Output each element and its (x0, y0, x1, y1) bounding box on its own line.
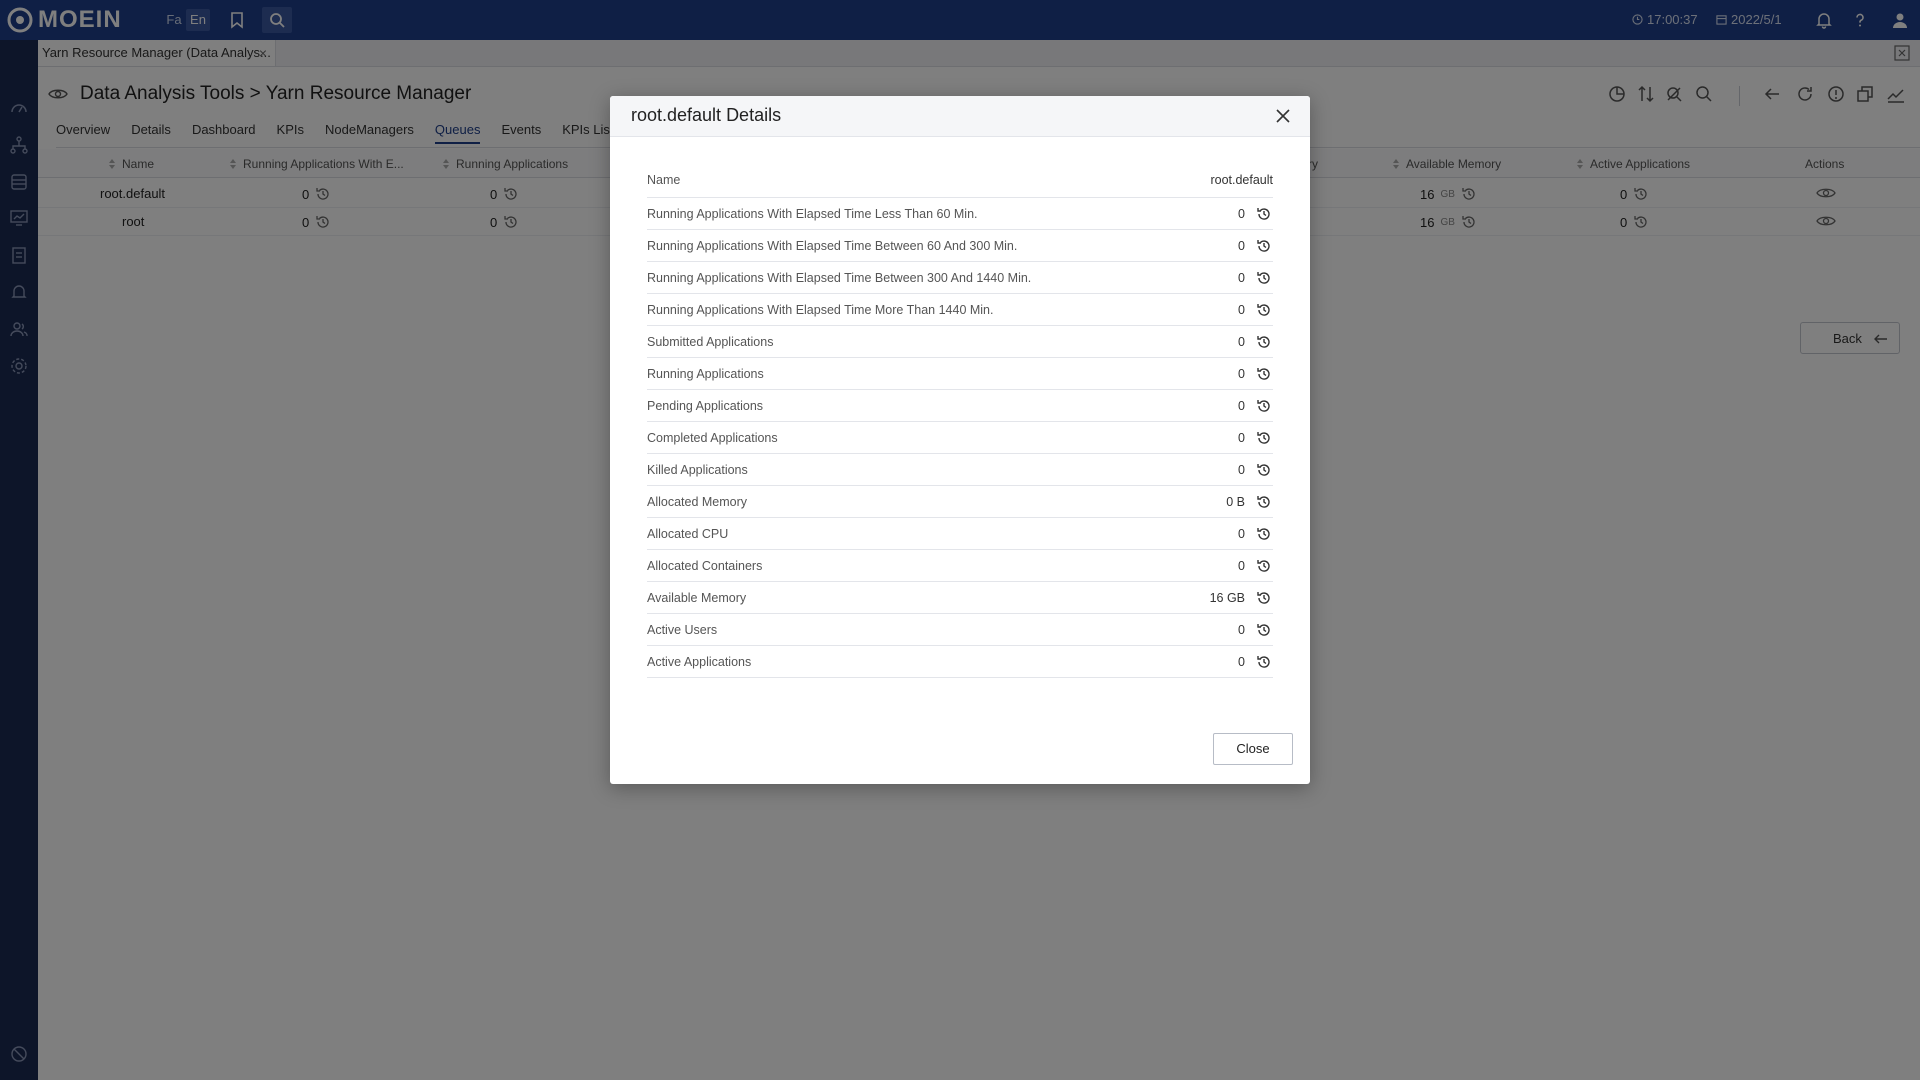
detail-row: Allocated Memory 0 B (647, 486, 1273, 518)
detail-value: 0 (1238, 303, 1245, 317)
modal-title: root.default Details (631, 105, 782, 125)
detail-row: Submitted Applications 0 (647, 326, 1273, 358)
details-table: Name root.default Running Applications W… (647, 162, 1273, 678)
history-icon[interactable] (1256, 398, 1272, 414)
history-icon[interactable] (1256, 558, 1272, 574)
history-icon[interactable] (1256, 622, 1272, 638)
detail-value: 0 (1238, 207, 1245, 221)
detail-row: Allocated Containers 0 (647, 550, 1273, 582)
detail-label: Allocated Containers (647, 559, 763, 573)
modal-close-icon[interactable] (1274, 107, 1292, 125)
detail-row: Killed Applications 0 (647, 454, 1273, 486)
detail-value: 0 (1238, 655, 1245, 669)
detail-label: Name (647, 173, 681, 187)
history-icon[interactable] (1256, 206, 1272, 222)
detail-value: 0 (1238, 239, 1245, 253)
detail-label: Active Users (647, 623, 718, 637)
history-icon[interactable] (1256, 334, 1272, 350)
detail-value: 0 (1238, 271, 1245, 285)
detail-row: Active Users 0 (647, 614, 1273, 646)
detail-value: 0 (1238, 399, 1245, 413)
history-icon[interactable] (1256, 430, 1272, 446)
detail-row: Running Applications With Elapsed Time L… (647, 198, 1273, 230)
history-icon[interactable] (1256, 302, 1272, 318)
detail-row: Allocated CPU 0 (647, 518, 1273, 550)
detail-label: Available Memory (647, 591, 747, 605)
detail-value: 0 (1238, 367, 1245, 381)
detail-value: 0 (1238, 527, 1245, 541)
detail-row: Available Memory 16 GB (647, 582, 1273, 614)
history-icon[interactable] (1256, 654, 1272, 670)
detail-label: Pending Applications (647, 399, 764, 413)
detail-value: 16 GB (1209, 591, 1245, 605)
detail-row: Running Applications With Elapsed Time B… (647, 230, 1273, 262)
history-icon[interactable] (1256, 238, 1272, 254)
detail-value: 0 (1238, 463, 1245, 477)
detail-value: 0 B (1226, 495, 1245, 509)
detail-label: Running Applications With Elapsed Time L… (647, 207, 978, 221)
detail-label: Running Applications With Elapsed Time B… (647, 239, 1018, 253)
detail-label: Allocated CPU (647, 527, 729, 541)
history-icon[interactable] (1256, 270, 1272, 286)
detail-row-name: Name root.default (647, 162, 1273, 198)
history-icon[interactable] (1256, 526, 1272, 542)
history-icon[interactable] (1256, 590, 1272, 606)
detail-row: Running Applications 0 (647, 358, 1273, 390)
detail-row: Running Applications With Elapsed Time B… (647, 262, 1273, 294)
detail-value: 0 (1238, 431, 1245, 445)
detail-row: Active Applications 0 (647, 646, 1273, 678)
detail-label: Allocated Memory (647, 495, 748, 509)
history-icon[interactable] (1256, 462, 1272, 478)
detail-value: 0 (1238, 559, 1245, 573)
history-icon[interactable] (1256, 494, 1272, 510)
detail-label: Running Applications With Elapsed Time M… (647, 303, 994, 317)
close-button[interactable]: Close (1213, 733, 1293, 765)
detail-label: Killed Applications (647, 463, 748, 477)
detail-value: root.default (1210, 173, 1273, 187)
detail-row: Pending Applications 0 (647, 390, 1273, 422)
detail-label: Submitted Applications (647, 335, 774, 349)
detail-value: 0 (1238, 623, 1245, 637)
detail-row: Completed Applications 0 (647, 422, 1273, 454)
modal-header: root.default Details (610, 96, 1310, 137)
detail-value: 0 (1238, 335, 1245, 349)
detail-label: Running Applications (647, 367, 764, 381)
detail-label: Running Applications With Elapsed Time B… (647, 271, 1032, 285)
detail-label: Completed Applications (647, 431, 778, 445)
detail-row: Running Applications With Elapsed Time M… (647, 294, 1273, 326)
history-icon[interactable] (1256, 366, 1272, 382)
details-modal: root.default Details Name root.default R… (610, 96, 1310, 784)
detail-label: Active Applications (647, 655, 752, 669)
